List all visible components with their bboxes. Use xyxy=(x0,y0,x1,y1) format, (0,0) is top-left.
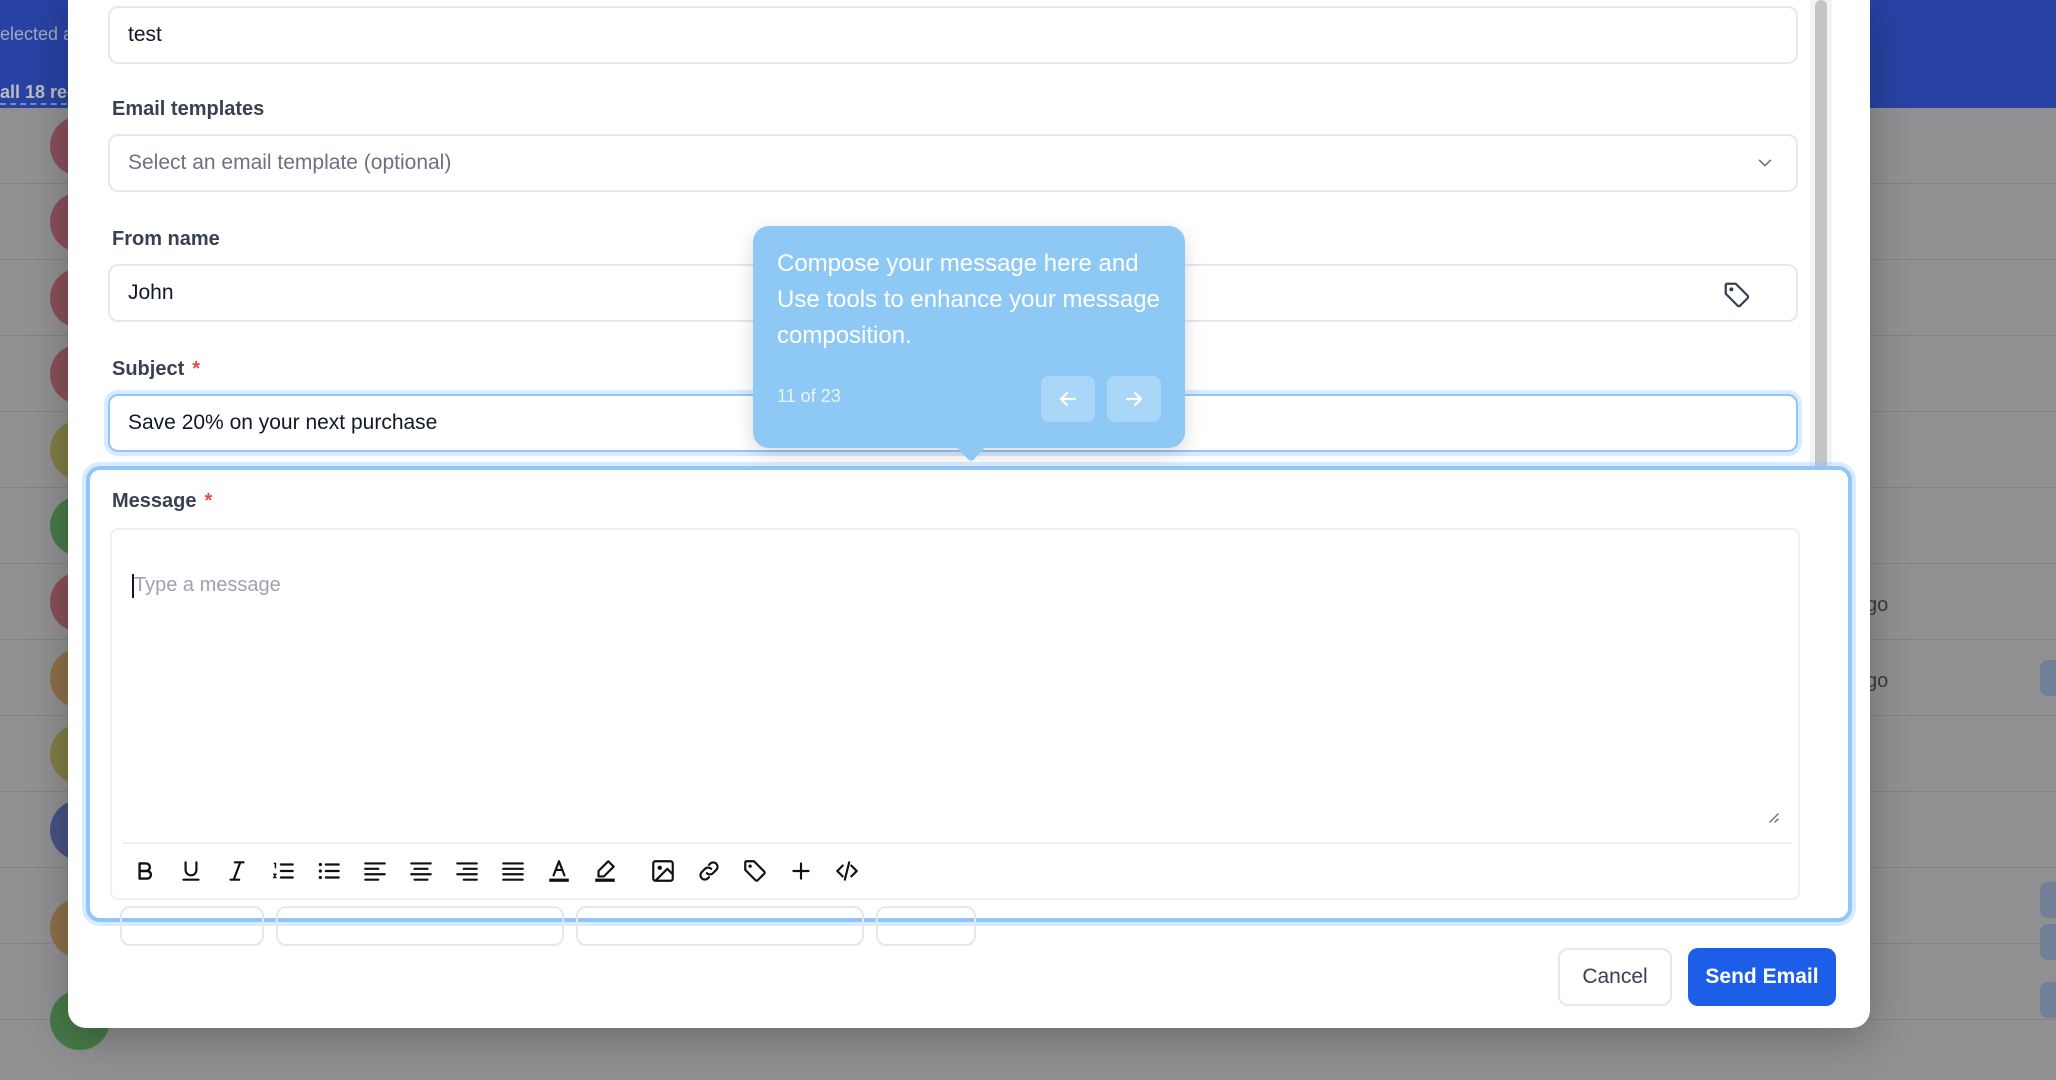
underline-icon[interactable] xyxy=(168,848,214,894)
message-placeholder: Type a message xyxy=(134,574,281,596)
editor-toolbar xyxy=(122,842,1792,898)
resize-handle-icon[interactable] xyxy=(1764,808,1780,824)
arrow-right-icon xyxy=(1125,391,1143,407)
message-editor[interactable]: Type a message xyxy=(110,528,1800,900)
tour-tooltip-text: Compose your message here and Use tools … xyxy=(777,250,1160,349)
text-color-icon[interactable] xyxy=(536,848,582,894)
tour-next-button[interactable] xyxy=(1107,376,1161,422)
message-label: Message * xyxy=(112,490,212,513)
template-select-placeholder: Select an email template (optional) xyxy=(128,151,452,174)
send-email-button[interactable]: Send Email xyxy=(1688,948,1836,1006)
link-icon[interactable] xyxy=(686,848,732,894)
message-section-highlight: Message * Type a message xyxy=(86,466,1852,946)
merge-tag-icon[interactable] xyxy=(1722,280,1752,310)
align-right-icon[interactable] xyxy=(444,848,490,894)
align-justify-icon[interactable] xyxy=(490,848,536,894)
templates-label: Email templates xyxy=(112,98,265,120)
code-icon[interactable] xyxy=(824,848,870,894)
font-family-select[interactable] xyxy=(576,906,864,946)
align-center-icon[interactable] xyxy=(398,848,444,894)
ordered-list-icon[interactable] xyxy=(260,848,306,894)
bullet-list-icon[interactable] xyxy=(306,848,352,894)
align-left-icon[interactable] xyxy=(352,848,398,894)
email-template-select[interactable]: Select an email template (optional) xyxy=(108,134,1798,192)
message-label-text: Message xyxy=(112,490,197,512)
italic-icon[interactable] xyxy=(214,848,260,894)
subject-label-text: Subject xyxy=(112,358,185,380)
editor-format-dropdowns xyxy=(120,906,976,946)
required-marker: * xyxy=(204,490,213,512)
from-name-value: John xyxy=(128,281,174,304)
first-text-input[interactable]: test xyxy=(108,6,1798,64)
cancel-button[interactable]: Cancel xyxy=(1558,948,1672,1006)
font-size-select[interactable] xyxy=(120,906,264,946)
image-icon[interactable] xyxy=(640,848,686,894)
subject-value: Save 20% on your next purchase xyxy=(128,411,438,434)
tour-prev-button[interactable] xyxy=(1041,376,1095,422)
first-input-value: test xyxy=(128,23,162,46)
tag-icon[interactable] xyxy=(732,848,778,894)
tour-step-counter: 11 of 23 xyxy=(777,386,841,406)
plus-icon[interactable] xyxy=(778,848,824,894)
paragraph-style-select[interactable] xyxy=(276,906,564,946)
required-marker: * xyxy=(192,358,201,380)
chevron-down-icon xyxy=(1758,159,1772,167)
line-height-select[interactable] xyxy=(876,906,976,946)
bold-icon[interactable] xyxy=(122,848,168,894)
from-name-label: From name xyxy=(112,228,220,250)
tour-tooltip: Compose your message here and Use tools … xyxy=(753,226,1185,448)
arrow-left-icon xyxy=(1059,391,1077,407)
subject-label: Subject * xyxy=(112,358,200,381)
highlight-icon[interactable] xyxy=(582,848,628,894)
